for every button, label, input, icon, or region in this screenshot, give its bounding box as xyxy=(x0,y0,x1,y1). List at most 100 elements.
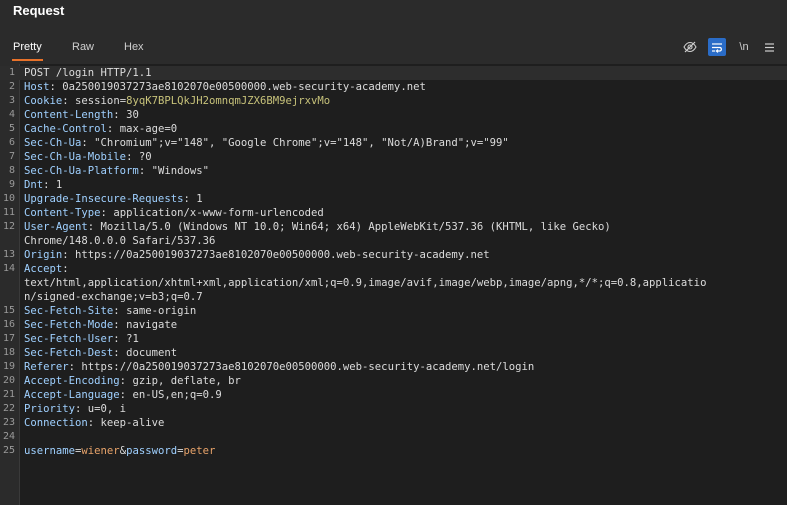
cookie-value: 8yqK7BPLQkJH2omnqmJZX6BM9ejrxvMo xyxy=(126,95,331,107)
header-name: Accept xyxy=(24,263,63,275)
header-name: Sec-Ch-Ua-Mobile xyxy=(24,151,127,163)
code-line: 7 Sec-Ch-Ua-Mobile: ?0 xyxy=(0,150,787,164)
header-name: Dnt xyxy=(24,179,44,191)
header-separator: : xyxy=(113,333,127,345)
header-value: https://0a250019037273ae8102070e00500000… xyxy=(81,361,535,373)
line-number: 24 xyxy=(2,431,15,442)
code-line: 25 username=wiener&password=peter xyxy=(0,444,787,458)
code-line: 10 Upgrade-Insecure-Requests: 1 xyxy=(0,192,787,206)
line-number: 19 xyxy=(2,361,15,372)
header-value: 1 xyxy=(196,193,203,205)
header-name: Content-Type xyxy=(24,207,101,219)
line-number: 12 xyxy=(2,221,15,232)
line-content: Sec-Ch-Ua-Mobile: ?0 xyxy=(24,150,152,164)
header-name: Priority xyxy=(24,403,76,415)
word-wrap-icon[interactable] xyxy=(708,38,726,56)
header-value: Mozilla/5.0 (Windows NT 10.0; Win64; x64… xyxy=(100,221,611,233)
header-value: ?1 xyxy=(126,333,139,345)
header-separator: : xyxy=(62,249,76,261)
view-tabs: Pretty Raw Hex xyxy=(0,36,787,61)
body-param-value: peter xyxy=(183,445,216,457)
line-content: username=wiener&password=peter xyxy=(24,444,215,458)
line-content: Sec-Fetch-User: ?1 xyxy=(24,332,139,346)
code-line: 11 Content-Type: application/x-www-form-u… xyxy=(0,206,787,220)
header-separator: : xyxy=(113,347,127,359)
line-number: 8 xyxy=(8,165,15,176)
header-name: Cache-Control xyxy=(24,123,107,135)
header-separator: : xyxy=(126,151,139,163)
header-name: Sec-Fetch-User xyxy=(24,333,114,345)
code-line: 5 Cache-Control: max-age=0 xyxy=(0,122,787,136)
tab-pretty[interactable]: Pretty xyxy=(12,36,43,61)
line-content: Cookie: session=8yqK7BPLQkJH2omnqmJZX6BM… xyxy=(24,94,330,108)
header-name: Sec-Fetch-Mode xyxy=(24,319,114,331)
line-content: Sec-Fetch-Dest: document xyxy=(24,346,177,360)
line-content: Accept: xyxy=(24,262,75,276)
line-content: POST /login HTTP/1.1 xyxy=(24,66,152,80)
tab-raw[interactable]: Raw xyxy=(72,36,94,58)
code-line: 13 Origin: https://0a250019037273ae810207… xyxy=(0,248,787,262)
header-value: 0a250019037273ae8102070e00500000.web-sec… xyxy=(62,81,426,93)
header-value: gzip, deflate, br xyxy=(132,375,241,387)
code-line: 6 Sec-Ch-Ua: "Chromium";v="148", "Google … xyxy=(0,136,787,150)
line-content: Upgrade-Insecure-Requests: 1 xyxy=(24,192,203,206)
header-name: Host xyxy=(24,81,50,93)
header-value: document xyxy=(126,347,178,359)
header-separator: : xyxy=(75,403,88,415)
line-number: 10 xyxy=(2,193,15,204)
code-line: 9 Dnt: 1 xyxy=(0,178,787,192)
line-number: 9 xyxy=(8,179,15,190)
line-content: Referer: https://0a250019037273ae8102070… xyxy=(24,360,534,374)
header-value: same-origin xyxy=(126,305,197,317)
header-value: keep-alive xyxy=(100,417,165,429)
line-number: 2 xyxy=(8,81,15,92)
line-content: Sec-Ch-Ua-Platform: "Windows" xyxy=(24,164,209,178)
header-name: Referer xyxy=(24,361,69,373)
line-number: 16 xyxy=(2,319,15,330)
header-name: Upgrade-Insecure-Requests xyxy=(24,193,184,205)
line-content: Dnt: 1 xyxy=(24,178,62,192)
header-separator: : xyxy=(119,389,133,401)
header-value: https://0a250019037273ae8102070e00500000… xyxy=(75,249,490,261)
header-separator: : xyxy=(68,361,82,373)
header-name: Connection xyxy=(24,417,88,429)
header-value: ?0 xyxy=(138,151,152,163)
header-name: Content-Length xyxy=(24,109,114,121)
line-number: 21 xyxy=(2,389,15,400)
header-separator: : xyxy=(43,179,56,191)
line-number: 11 xyxy=(2,207,15,218)
header-separator: : xyxy=(81,137,95,149)
menu-icon[interactable] xyxy=(760,38,778,56)
line-content: Content-Type: application/x-www-form-url… xyxy=(24,206,324,220)
request-line: POST /login HTTP/1.1 xyxy=(24,67,152,79)
line-content: Accept-Language: en-US,en;q=0.9 xyxy=(24,388,222,402)
line-number: 13 xyxy=(2,249,15,260)
code-line: n/signed-exchange;v=b3;q=0.7 xyxy=(0,290,787,304)
header-separator: : xyxy=(113,305,127,317)
line-content: Sec-Ch-Ua: "Chromium";v="148", "Google C… xyxy=(24,136,509,150)
line-number: 5 xyxy=(8,123,15,134)
code-line: 8 Sec-Ch-Ua-Platform: "Windows" xyxy=(0,164,787,178)
line-content: n/signed-exchange;v=b3;q=0.7 xyxy=(24,290,203,304)
line-number: 7 xyxy=(8,151,15,162)
request-editor[interactable]: 1 POST /login HTTP/1.1 2 Host: 0a2500190372… xyxy=(0,64,787,505)
code-line: 16 Sec-Fetch-Mode: navigate xyxy=(0,318,787,332)
header-value: navigate xyxy=(126,319,178,331)
newline-icon[interactable]: \n xyxy=(735,38,753,56)
code-line: 2 Host: 0a250019037273ae8102070e00500000.… xyxy=(0,80,787,94)
tab-hex[interactable]: Hex xyxy=(124,36,144,58)
cookie-name: session xyxy=(75,95,120,107)
code-line: 18 Sec-Fetch-Dest: document xyxy=(0,346,787,360)
line-number: 1 xyxy=(8,67,15,78)
code-line: 1 POST /login HTTP/1.1 xyxy=(0,66,787,80)
eye-off-icon[interactable] xyxy=(681,38,699,56)
header-value-wrapped: n/signed-exchange;v=b3;q=0.7 xyxy=(24,291,203,303)
header-name: Sec-Ch-Ua xyxy=(24,137,82,149)
header-name: Accept-Encoding xyxy=(24,375,120,387)
line-number: 25 xyxy=(2,445,15,456)
line-content: User-Agent: Mozilla/5.0 (Windows NT 10.0… xyxy=(24,220,611,234)
header-name: Sec-Fetch-Site xyxy=(24,305,114,317)
header-name: Accept-Language xyxy=(24,389,120,401)
body-param-name: password xyxy=(126,445,178,457)
header-separator: : xyxy=(119,375,133,387)
